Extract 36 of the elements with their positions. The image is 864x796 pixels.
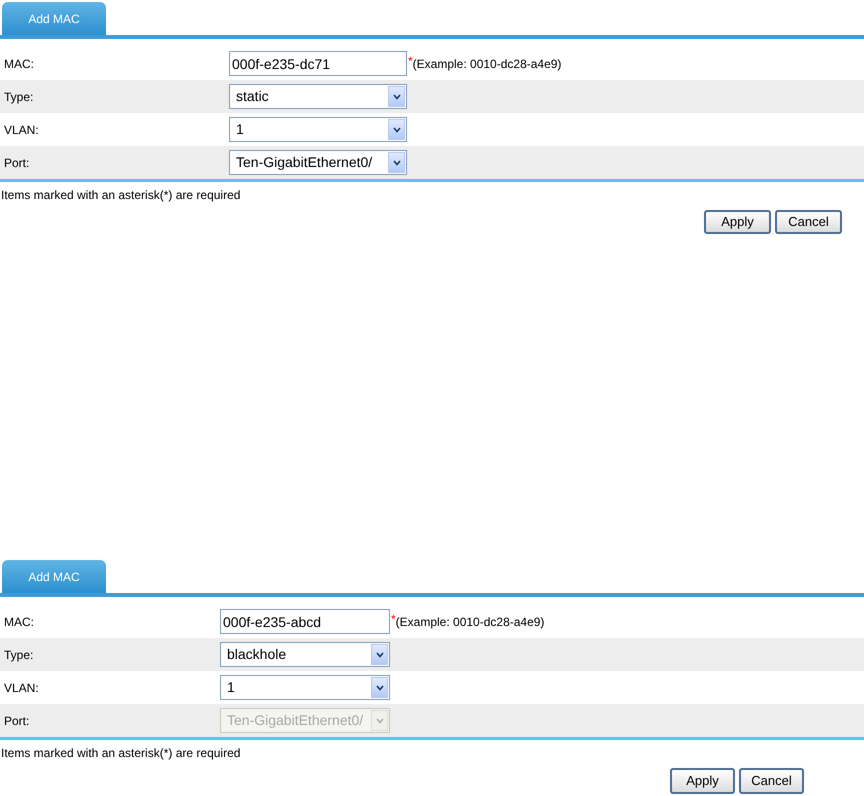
required-mark: * bbox=[408, 53, 413, 70]
mac-input-field[interactable]: 000f-e235-abcd bbox=[220, 609, 390, 634]
dropdown-select[interactable]: 1 bbox=[229, 117, 407, 142]
required-mark: * bbox=[391, 611, 396, 628]
dropdown-arrow-button[interactable] bbox=[371, 644, 388, 665]
chevron-down-icon bbox=[392, 126, 400, 132]
field-label: MAC: bbox=[4, 56, 34, 70]
mac-input-field[interactable]: 000f-e235-dc71 bbox=[229, 51, 407, 76]
dropdown-select[interactable]: static bbox=[229, 84, 407, 109]
field-label: Type: bbox=[4, 90, 34, 104]
chevron-down-icon bbox=[376, 718, 384, 724]
apply-button[interactable]: Apply bbox=[704, 210, 771, 234]
chevron-down-icon bbox=[392, 94, 400, 100]
dropdown-select[interactable]: blackhole bbox=[220, 642, 390, 667]
dropdown-arrow-button[interactable] bbox=[388, 152, 405, 173]
field-label: Port: bbox=[4, 714, 30, 728]
chevron-down-icon bbox=[376, 652, 384, 658]
field-label: MAC: bbox=[4, 614, 34, 628]
required-note: Items marked with an asterisk(*) are required bbox=[1, 746, 240, 760]
required-note: Items marked with an asterisk(*) are required bbox=[1, 188, 240, 202]
dropdown-select[interactable]: 1 bbox=[220, 675, 390, 700]
field-label: Port: bbox=[4, 156, 30, 170]
field-label: VLAN: bbox=[4, 122, 39, 136]
example-hint: (Example: 0010-dc28-a4e9) bbox=[412, 56, 562, 72]
field-label: VLAN: bbox=[4, 680, 39, 694]
cancel-button[interactable]: Cancel bbox=[775, 210, 842, 234]
dropdown-arrow-button[interactable] bbox=[371, 677, 388, 698]
example-hint: (Example: 0010-dc28-a4e9) bbox=[396, 614, 544, 630]
dropdown-select[interactable]: Ten-GigabitEthernet0/ bbox=[229, 150, 407, 175]
dropdown-arrow-button[interactable] bbox=[388, 86, 405, 107]
chevron-down-icon bbox=[376, 684, 384, 690]
field-label: Type: bbox=[4, 648, 34, 662]
dropdown-arrow-button[interactable] bbox=[388, 119, 405, 140]
chevron-down-icon bbox=[392, 160, 400, 166]
cancel-button[interactable]: Cancel bbox=[739, 768, 804, 794]
apply-button[interactable]: Apply bbox=[670, 768, 735, 794]
